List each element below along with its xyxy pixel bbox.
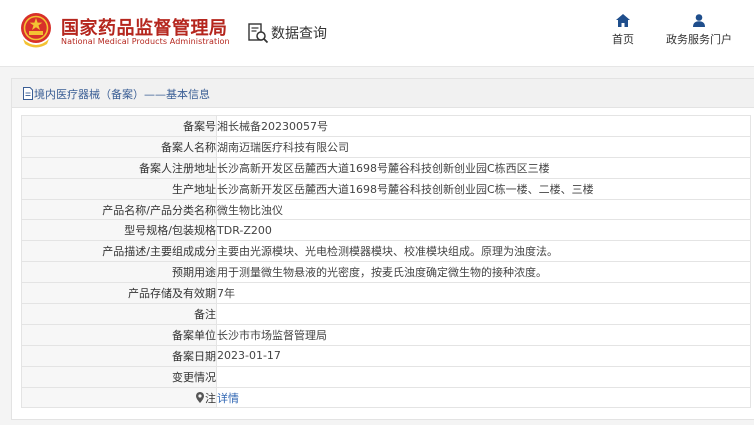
table-row: 预期用途 用于测量微生物悬液的光密度，按麦氏浊度确定微生物的接种浓度。 [21, 261, 751, 284]
row-value: 长沙高新开发区岳麓西大道1698号麓谷科技创新创业园C栋西区三楼 [216, 156, 751, 179]
table-row: 备案人注册地址 长沙高新开发区岳麓西大道1698号麓谷科技创新创业园C栋西区三楼 [21, 156, 751, 179]
row-label: 备案单位 [21, 323, 217, 346]
panel-header: 境内医疗器械（备案）——基本信息 [12, 79, 754, 108]
row-label: 生产地址 [21, 177, 217, 200]
row-value [216, 303, 751, 325]
data-query-label: 数据查询 [271, 26, 327, 42]
nav-home-label: 首页 [612, 33, 634, 46]
table-row: 产品描述/主要组成成分 主要由光源模块、光电检测模器模块、校准模块组成。原理为浊度… [21, 240, 751, 263]
row-value: TDR-Z200 [216, 219, 751, 242]
row-value: 湘长械备20230057号 [216, 115, 751, 137]
site-header: 国家药品监督管理局 National Medical Products Admi… [0, 0, 754, 66]
row-label: 备案人注册地址 [21, 156, 217, 179]
row-label-note: 注 [21, 386, 217, 409]
table-row: 备案号 湘长械备20230057号 [21, 115, 751, 137]
row-value [216, 365, 751, 388]
row-value: 长沙高新开发区岳麓西大道1698号麓谷科技创新创业园C栋一楼、二楼、三楼 [216, 177, 751, 200]
row-label: 备案号 [21, 115, 217, 137]
row-label: 变更情况 [21, 365, 217, 388]
table-row: 型号规格/包装规格 TDR-Z200 [21, 219, 751, 242]
table-row: 产品名称/产品分类名称 微生物比浊仪 [21, 198, 751, 221]
row-value: 2023-01-17 [216, 344, 751, 367]
table-row: 备案日期 2023-01-17 [21, 344, 751, 367]
national-emblem-icon [21, 13, 51, 48]
note-label: 注 [205, 391, 216, 405]
site-subtitle: National Medical Products Administration [61, 37, 230, 46]
info-table: 备案号 湘长械备20230057号 备案人名称 湖南迈瑞医疗科技有限公司 备案人注册地址… [21, 115, 751, 409]
row-label: 产品描述/主要组成成分 [21, 240, 217, 263]
row-label: 预期用途 [21, 261, 217, 284]
row-label: 产品名称/产品分类名称 [21, 198, 217, 221]
row-value: 湖南迈瑞医疗科技有限公司 [216, 135, 751, 158]
nav-service-portal-label: 政务服务门户 [666, 33, 732, 46]
nav-service-portal[interactable]: 政务服务门户 [659, 14, 739, 47]
info-panel: 境内医疗器械（备案）——基本信息 备案号 湘长械备20230057号 备案人名称 湖南… [11, 78, 754, 420]
table-row: 变更情况 [21, 365, 751, 388]
row-label: 备案日期 [21, 344, 217, 367]
nav-home[interactable]: 首页 [583, 14, 663, 47]
data-query-icon [248, 23, 269, 44]
row-value: 7年 [216, 282, 751, 305]
user-icon [693, 14, 705, 27]
table-row: 生产地址 长沙高新开发区岳麓西大道1698号麓谷科技创新创业园C栋一楼、二楼、三楼 [21, 177, 751, 200]
row-value: 主要由光源模块、光电检测模器模块、校准模块组成。原理为浊度法。 [216, 240, 751, 263]
location-pin-icon [196, 391, 204, 403]
table-row-note: 注 详情 [21, 386, 751, 409]
document-icon [23, 87, 33, 100]
data-query-link[interactable]: 数据查询 [247, 21, 327, 45]
row-label: 产品存储及有效期 [21, 282, 217, 305]
row-label: 备案人名称 [21, 135, 217, 158]
home-icon [616, 14, 630, 27]
row-value: 用于测量微生物悬液的光密度，按麦氏浊度确定微生物的接种浓度。 [216, 261, 751, 284]
row-value-note: 详情 [216, 386, 751, 409]
row-value: 微生物比浊仪 [216, 198, 751, 221]
table-row: 产品存储及有效期 7年 [21, 282, 751, 305]
detail-link[interactable]: 详情 [218, 392, 240, 405]
row-label: 备注 [21, 303, 217, 325]
table-row: 备注 [21, 303, 751, 325]
table-row: 备案单位 长沙市市场监督管理局 [21, 323, 751, 346]
row-label: 型号规格/包装规格 [21, 219, 217, 242]
row-value: 长沙市市场监督管理局 [216, 323, 751, 346]
panel-title: 境内医疗器械（备案）——基本信息 [34, 88, 210, 101]
table-row: 备案人名称 湖南迈瑞医疗科技有限公司 [21, 135, 751, 158]
